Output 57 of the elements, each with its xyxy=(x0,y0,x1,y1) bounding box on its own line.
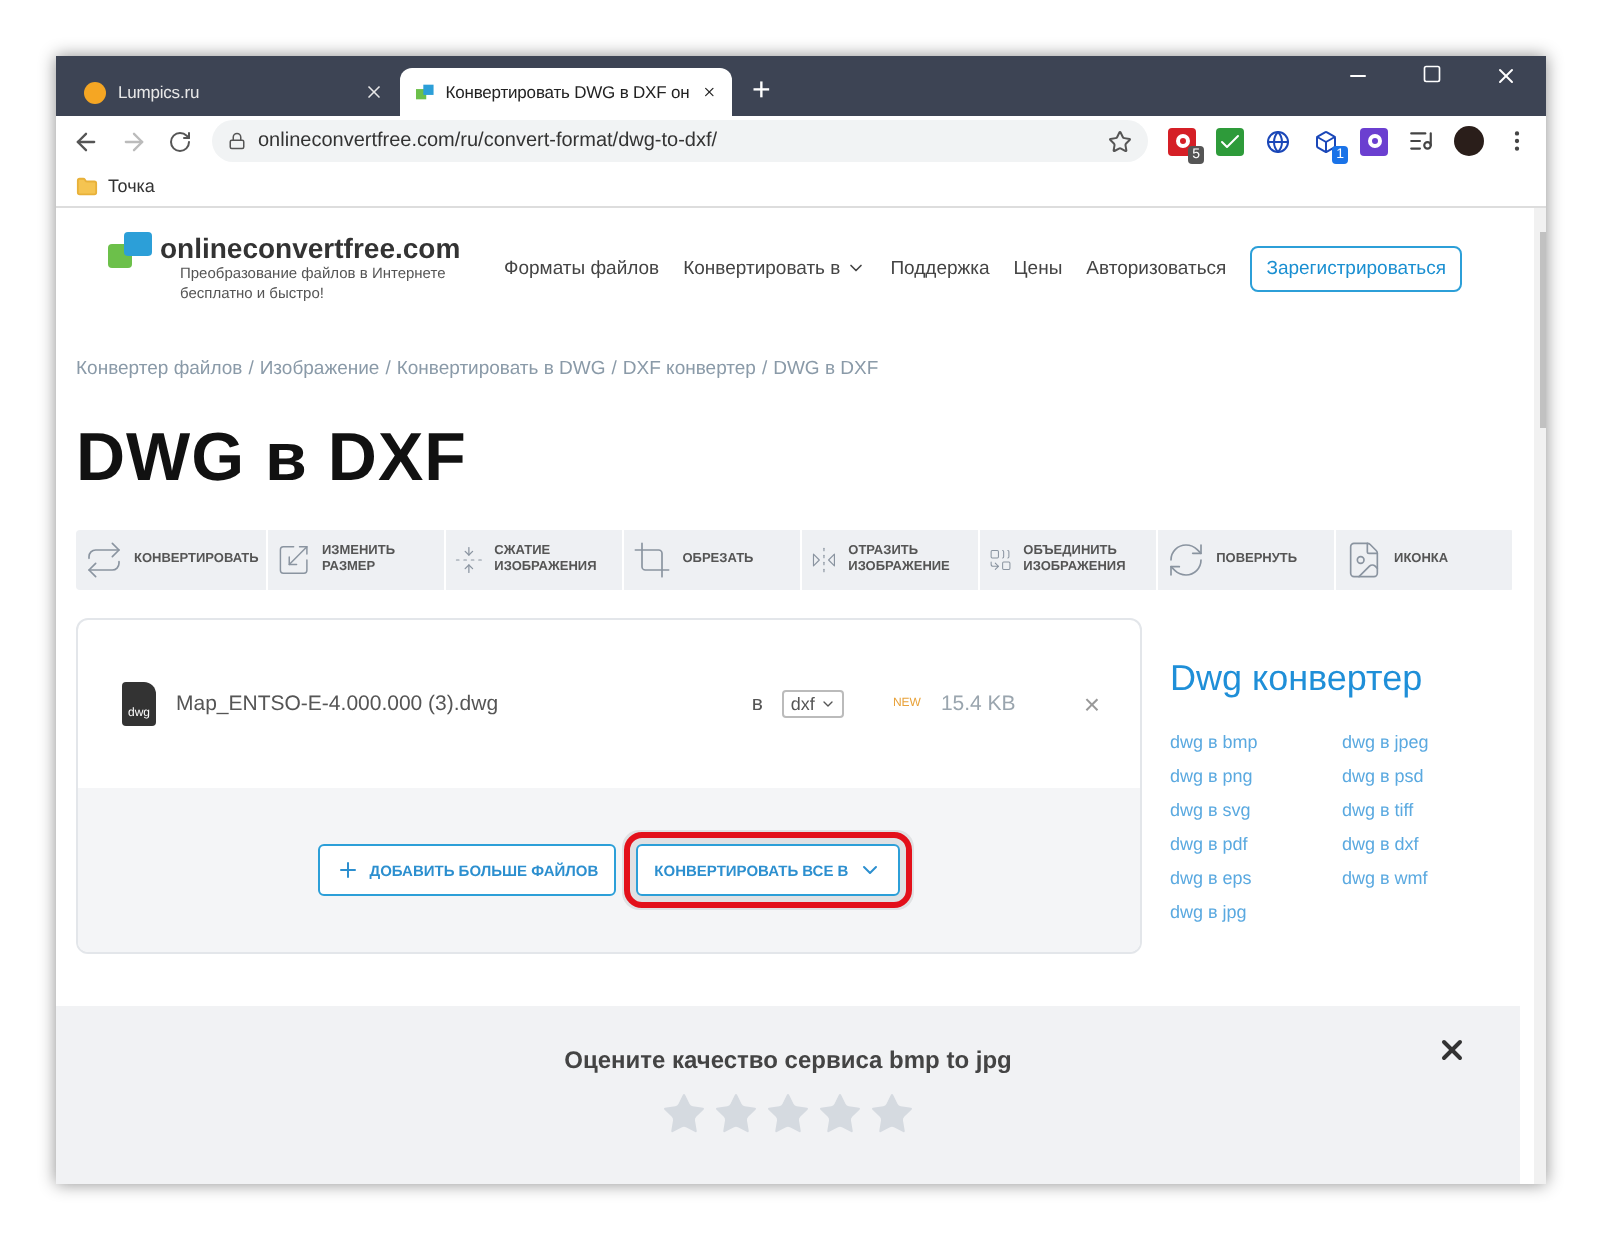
new-tab-button[interactable]: + xyxy=(752,74,771,110)
maximize-icon[interactable] xyxy=(1422,64,1442,84)
rating-title: Оцените качество сервиса bmp to jpg xyxy=(564,1046,1012,1074)
convert-tool-icon xyxy=(84,540,124,580)
chevron-down-icon xyxy=(820,696,837,712)
extension-icon[interactable] xyxy=(1216,127,1244,155)
browser-tab[interactable]: Конвертировать DWG в DXF он xyxy=(400,68,732,116)
close-icon[interactable] xyxy=(364,82,384,102)
logo-icon xyxy=(108,232,152,268)
media-icon[interactable] xyxy=(1408,128,1434,154)
file-name: Map_ENTSO-E-4.000.000 (3).dwg xyxy=(176,692,501,716)
page-heading: DWG в DXF xyxy=(76,420,469,498)
check-icon xyxy=(1218,129,1242,153)
bookmark-link[interactable]: Точка xyxy=(108,176,155,196)
globe-icon xyxy=(1266,129,1290,153)
breadcrumb-separator: / xyxy=(761,358,768,380)
breadcrumb-separator: / xyxy=(248,358,254,380)
back-icon[interactable] xyxy=(72,127,100,155)
site-favicon-icon xyxy=(84,81,106,103)
address-bar[interactable]: onlineconvertfree.com/ru/convert-format/dwg-to-dxf/ xyxy=(212,120,1148,162)
breadcrumb-separator: / xyxy=(611,358,617,380)
resize-tool-icon xyxy=(276,540,312,580)
star-icon[interactable] xyxy=(764,1090,812,1138)
cube-icon xyxy=(1314,129,1338,153)
breadcrumb-separator: / xyxy=(385,358,391,380)
close-button[interactable] xyxy=(1436,1034,1468,1066)
star-rating[interactable] xyxy=(660,1090,916,1138)
close-icon[interactable] xyxy=(1494,64,1518,88)
logo-icon xyxy=(416,80,434,104)
avatar[interactable] xyxy=(1454,126,1484,156)
extension-icon[interactable] xyxy=(1264,127,1292,155)
logo-text[interactable]: onlineconvertfree.com xyxy=(160,232,480,264)
star-icon[interactable] xyxy=(1108,129,1132,153)
signup-button[interactable]: Зарегистрироваться xyxy=(1250,245,1463,291)
plus-icon xyxy=(335,858,360,882)
nav-link[interactable]: Конвертировать в xyxy=(683,257,867,279)
file-size: 15.4 KB xyxy=(940,692,1016,716)
format-select[interactable]: dxf xyxy=(782,690,845,718)
scrollbar[interactable] xyxy=(1534,208,1546,1184)
star-icon[interactable] xyxy=(816,1090,864,1138)
to-label: в xyxy=(751,692,763,716)
star-icon[interactable] xyxy=(868,1090,916,1138)
lock-icon xyxy=(228,132,246,150)
browser-tab[interactable]: Lumpics.ru xyxy=(68,68,400,116)
reload-icon[interactable] xyxy=(168,129,192,153)
nav-link[interactable]: Цены xyxy=(1013,257,1063,279)
extension-icon[interactable] xyxy=(1360,127,1388,155)
rotate-tool-icon xyxy=(1166,540,1207,580)
nav-link[interactable]: Авторизоваться xyxy=(1086,257,1227,279)
star-icon[interactable] xyxy=(712,1090,760,1138)
folder-icon xyxy=(76,175,98,197)
crop-tool-icon xyxy=(632,540,673,580)
converter-title: Dwg конвертер xyxy=(1170,658,1425,700)
star-icon[interactable] xyxy=(660,1090,708,1138)
close-icon[interactable] xyxy=(701,82,716,102)
nav-link[interactable]: Форматы файлов xyxy=(504,257,660,279)
nav-link[interactable]: Поддержка xyxy=(890,257,990,279)
